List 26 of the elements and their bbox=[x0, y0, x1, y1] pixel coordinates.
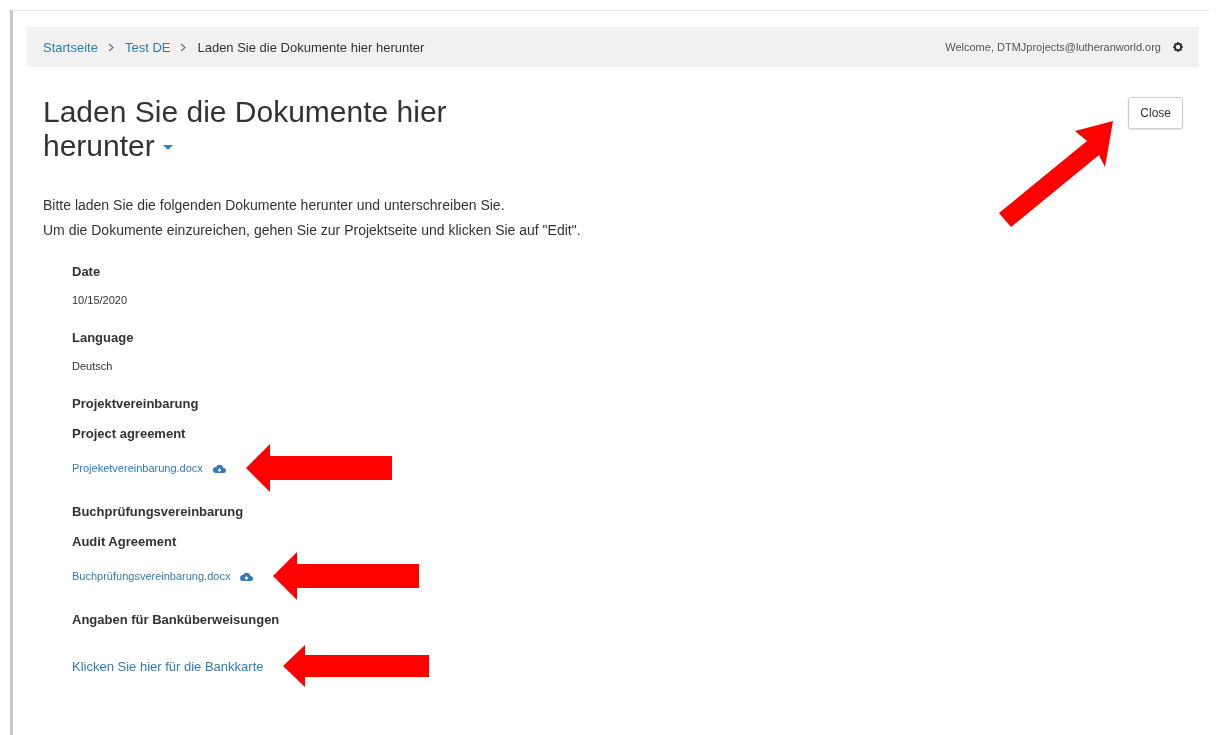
breadcrumb-current: Laden Sie die Dokumente hier herunter bbox=[197, 39, 425, 55]
settings-icon[interactable] bbox=[1173, 42, 1183, 52]
field-sublabel: Audit Agreement bbox=[72, 533, 178, 551]
cloud-download-icon[interactable] bbox=[212, 463, 226, 473]
field-value: 10/15/2020 bbox=[72, 293, 129, 308]
page-title: Laden Sie die Dokumente hier herunter bbox=[43, 95, 448, 163]
field-label: Date bbox=[72, 263, 102, 281]
field-sublabel: Project agreement bbox=[72, 425, 187, 443]
breadcrumb-link[interactable]: Startseite bbox=[43, 39, 98, 55]
field-value: Deutsch bbox=[72, 359, 114, 374]
breadcrumb-link[interactable]: Test DE bbox=[124, 39, 171, 55]
field-label: Angaben für Banküberweisungen bbox=[72, 611, 281, 629]
file-link[interactable]: Projeketvereinbarung.docx bbox=[72, 462, 203, 474]
close-button[interactable]: Close bbox=[1128, 97, 1183, 129]
instruction-text: Bitte laden Sie die folgenden Dokumente herunter und unterschreiben Sie. bbox=[43, 196, 506, 215]
breadcrumb-separator-icon bbox=[180, 42, 188, 52]
breadcrumb-separator-icon bbox=[107, 42, 115, 52]
bank-link[interactable]: Klicken Sie hier für die Bankkarte bbox=[72, 658, 264, 674]
caret-icon[interactable] bbox=[162, 145, 173, 152]
cloud-download-icon[interactable] bbox=[240, 571, 254, 581]
file-link[interactable]: Buchprüfungsvereinbarung.docx bbox=[72, 570, 231, 582]
field-label: Buchprüfungsvereinbarung bbox=[72, 503, 245, 521]
field-label: Projektvereinbarung bbox=[72, 395, 200, 413]
field-label: Language bbox=[72, 329, 135, 347]
instruction-text: Um die Dokumente einzureichen, gehen Sie zur Projektseite und klicken Sie auf "Edit". bbox=[43, 221, 582, 240]
welcome-text: Welcome, DTMJprojects@lutheranworld.org bbox=[945, 41, 1161, 53]
